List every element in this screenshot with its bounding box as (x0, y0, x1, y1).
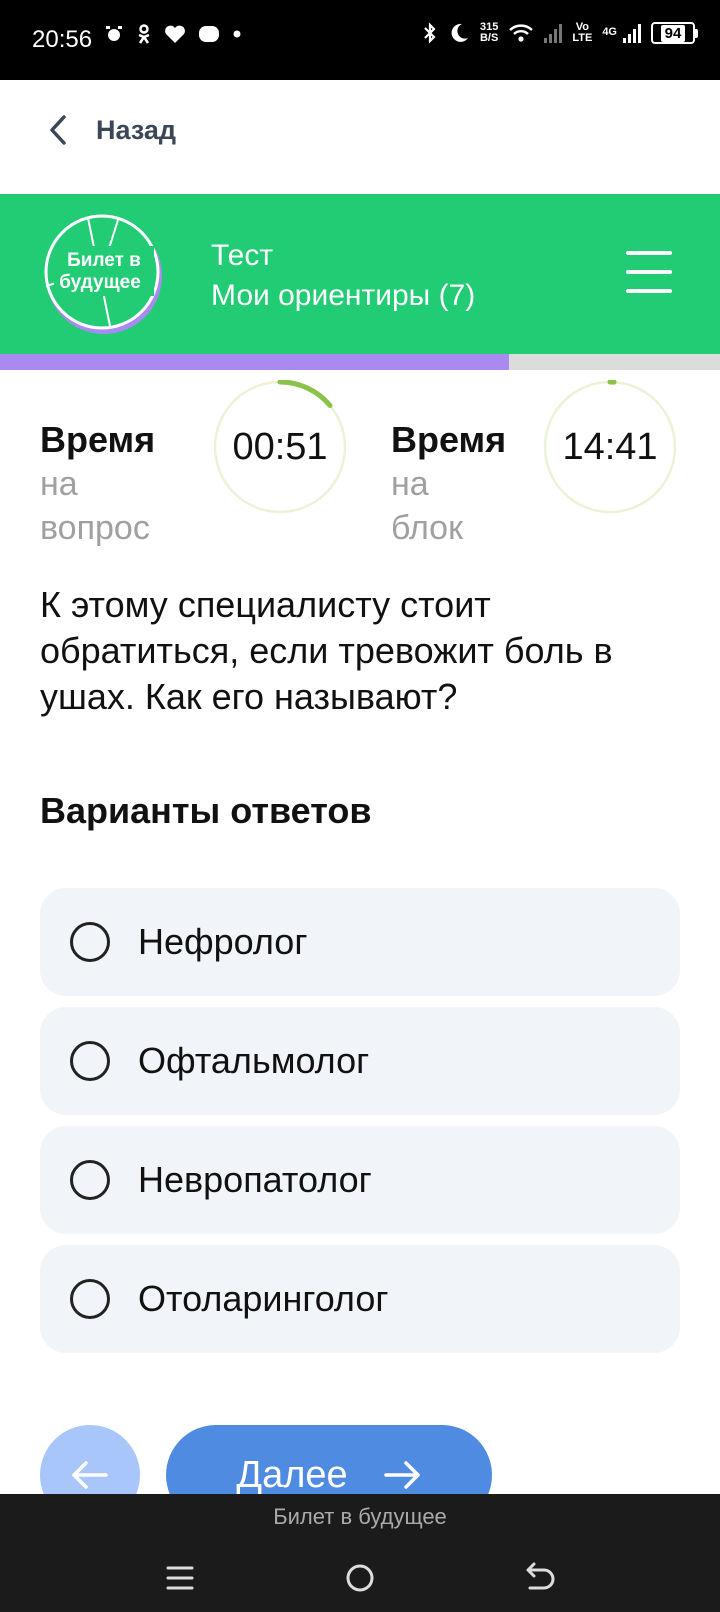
home-button[interactable] (340, 1558, 380, 1598)
back-label: Назад (96, 114, 177, 145)
logo-text-line2: будущее (59, 272, 141, 293)
moon-icon (451, 23, 468, 42)
question-timer: 00:51 (213, 379, 347, 514)
volte-bottom: LTE (572, 32, 593, 44)
system-status: 315 B/S Vo LTE 4G 94 (422, 22, 698, 44)
block-timer-title: Время (391, 419, 507, 460)
block-timer-sub2: блок (391, 509, 463, 547)
radio-button[interactable] (70, 1279, 110, 1319)
back-button[interactable]: Назад (48, 114, 176, 146)
home-icon (346, 1564, 374, 1592)
dot-icon (233, 30, 241, 38)
radio-button[interactable] (70, 1041, 110, 1081)
menu-button[interactable] (626, 251, 672, 293)
answer-option-label: Офтальмолог (138, 1040, 370, 1081)
answer-option[interactable]: Нефролог (40, 888, 680, 996)
question-timer-label: Время на вопрос (40, 418, 155, 550)
question-timer-value: 00:51 (232, 425, 328, 468)
logo-text-line1: Билет в (67, 250, 141, 271)
status-bar: 20:56 315 B/S Vo LTE 4G 94 (0, 0, 720, 80)
answer-option[interactable]: Отоларинголог (40, 1245, 680, 1353)
answer-option-label: Невропатолог (138, 1159, 372, 1200)
block-timer-value: 14:41 (562, 425, 658, 468)
wifi-icon (509, 24, 534, 42)
vk-icon (199, 26, 219, 42)
signal-icon (544, 23, 563, 43)
test-progress-bar (0, 354, 720, 370)
net-speed-unit: B/S (479, 32, 499, 44)
answer-option-label: Нефролог (138, 921, 308, 962)
answer-option[interactable]: Офтальмолог (40, 1007, 680, 1115)
answer-option-label: Отоларинголог (138, 1278, 389, 1319)
header-title: Тест (211, 239, 274, 272)
question-timer-sub2: вопрос (40, 509, 150, 547)
notification-icons (104, 24, 242, 44)
hamburger-icon (626, 251, 672, 255)
battery-level: 94 (660, 24, 686, 42)
app-caption: Билет в будущее (273, 1504, 447, 1529)
status-time: 20:56 (32, 26, 93, 53)
chevron-left-icon (50, 115, 66, 145)
system-back-button[interactable] (520, 1558, 560, 1598)
net-speed: 315 B/S (480, 22, 498, 44)
header-text: Тест Мои ориентиры (7) (211, 236, 475, 316)
signal-icon (623, 23, 641, 43)
alarm-icon (106, 26, 122, 41)
question-timer-sub1: на (40, 465, 78, 503)
network-type: 4G (602, 26, 617, 38)
radio-button[interactable] (70, 922, 110, 962)
volte-indicator: Vo LTE (572, 22, 592, 44)
menu-icon (166, 1566, 194, 1590)
answer-option[interactable]: Невропатолог (40, 1126, 680, 1234)
block-timer: 14:41 (543, 379, 677, 514)
block-timer-sub1: на (391, 465, 429, 503)
question-timer-title: Время (40, 419, 156, 460)
block-timer-label: Время на блок (391, 418, 506, 550)
progress-fill (0, 354, 510, 370)
radio-button[interactable] (70, 1160, 110, 1200)
battery-icon: 94 (651, 22, 698, 44)
odnoklassniki-icon (138, 24, 150, 44)
heart-icon (165, 25, 185, 43)
arrow-left-icon (72, 1461, 108, 1489)
test-header: Билет в будущее Тест Мои ориентиры (7) (0, 194, 720, 354)
arrow-right-icon (383, 1461, 420, 1489)
bluetooth-icon (424, 22, 436, 44)
next-button-label: Далее (236, 1453, 348, 1496)
question-text: К этому специалисту стоит обратиться, ес… (40, 584, 613, 717)
logo: Билет в будущее (38, 214, 168, 334)
back-icon (526, 1562, 555, 1590)
system-navigation-bar: Билет в будущее (0, 1494, 720, 1612)
recent-apps-button[interactable] (160, 1558, 200, 1598)
header-subtitle: Мои ориентиры (7) (211, 279, 476, 312)
top-nav: Назад (0, 80, 720, 194)
answers-title: Варианты ответов (40, 790, 372, 831)
